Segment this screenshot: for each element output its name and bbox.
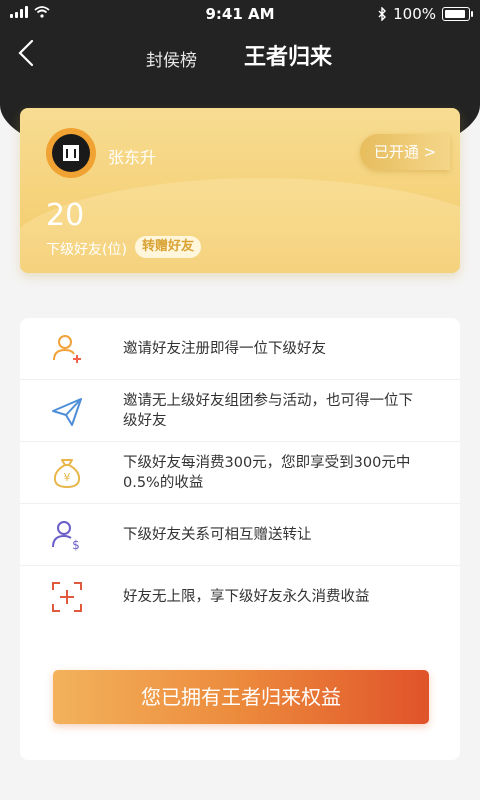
bluetooth-icon bbox=[378, 7, 387, 21]
opened-status-button[interactable]: 已开通 > bbox=[360, 134, 450, 170]
svg-text:$: $ bbox=[72, 538, 80, 552]
back-arrow-icon[interactable] bbox=[14, 38, 42, 68]
user-name: 张东升 bbox=[108, 148, 157, 167]
tab-current[interactable]: 王者归来 bbox=[244, 39, 332, 71]
list-item: 邀请好友注册即得一位下级好友 bbox=[20, 318, 460, 380]
rights-owned-button[interactable]: 您已拥有王者归来权益 bbox=[53, 670, 429, 724]
list-item: ¥ 下级好友每消费300元，您即享受到300元中0.5%的收益 bbox=[20, 442, 460, 504]
subordinate-label: 下级好友(位) bbox=[46, 242, 127, 258]
user-add-icon bbox=[53, 335, 81, 363]
avatar[interactable] bbox=[46, 128, 96, 178]
tab-rank[interactable]: 封侯榜 bbox=[146, 46, 197, 71]
benefit-text: 邀请无上级好友组团参与活动，也可得一位下级好友 bbox=[123, 393, 413, 429]
benefit-text: 邀请好友注册即得一位下级好友 bbox=[123, 341, 326, 357]
benefit-text: 下级好友每消费300元，您即享受到300元中0.5%的收益 bbox=[123, 455, 411, 491]
benefit-text: 下级好友关系可相互赠送转让 bbox=[123, 527, 312, 543]
paper-plane-icon bbox=[52, 398, 82, 426]
list-item: $ 下级好友关系可相互赠送转让 bbox=[20, 504, 460, 566]
nav-bar: 封侯榜 王者归来 bbox=[0, 28, 480, 80]
list-item: 邀请无上级好友组团参与活动，也可得一位下级好友 bbox=[20, 380, 460, 442]
status-right: 100% bbox=[378, 5, 473, 23]
status-bar: 9:41 AM 100% bbox=[0, 0, 480, 28]
benefit-text: 好友无上限，享下级好友永久消费收益 bbox=[123, 589, 370, 605]
list-item: 好友无上限，享下级好友永久消费收益 bbox=[20, 566, 460, 628]
money-bag-icon: ¥ bbox=[53, 459, 81, 489]
benefits-card: 邀请好友注册即得一位下级好友 邀请无上级好友组团参与活动，也可得一位下级好友 ¥… bbox=[20, 318, 460, 760]
unlimited-add-icon bbox=[52, 582, 82, 612]
user-transfer-icon: $ bbox=[52, 521, 80, 552]
svg-text:¥: ¥ bbox=[64, 471, 71, 484]
battery-icon bbox=[442, 7, 473, 21]
vip-card: 张东升 已开通 > 20 下级好友(位) 转赠好友 bbox=[20, 108, 460, 273]
avatar-logo-icon bbox=[63, 145, 79, 161]
battery-percent: 100% bbox=[393, 5, 436, 23]
subordinate-count: 20 bbox=[46, 198, 85, 233]
gift-friend-button[interactable]: 转赠好友 bbox=[135, 236, 202, 258]
